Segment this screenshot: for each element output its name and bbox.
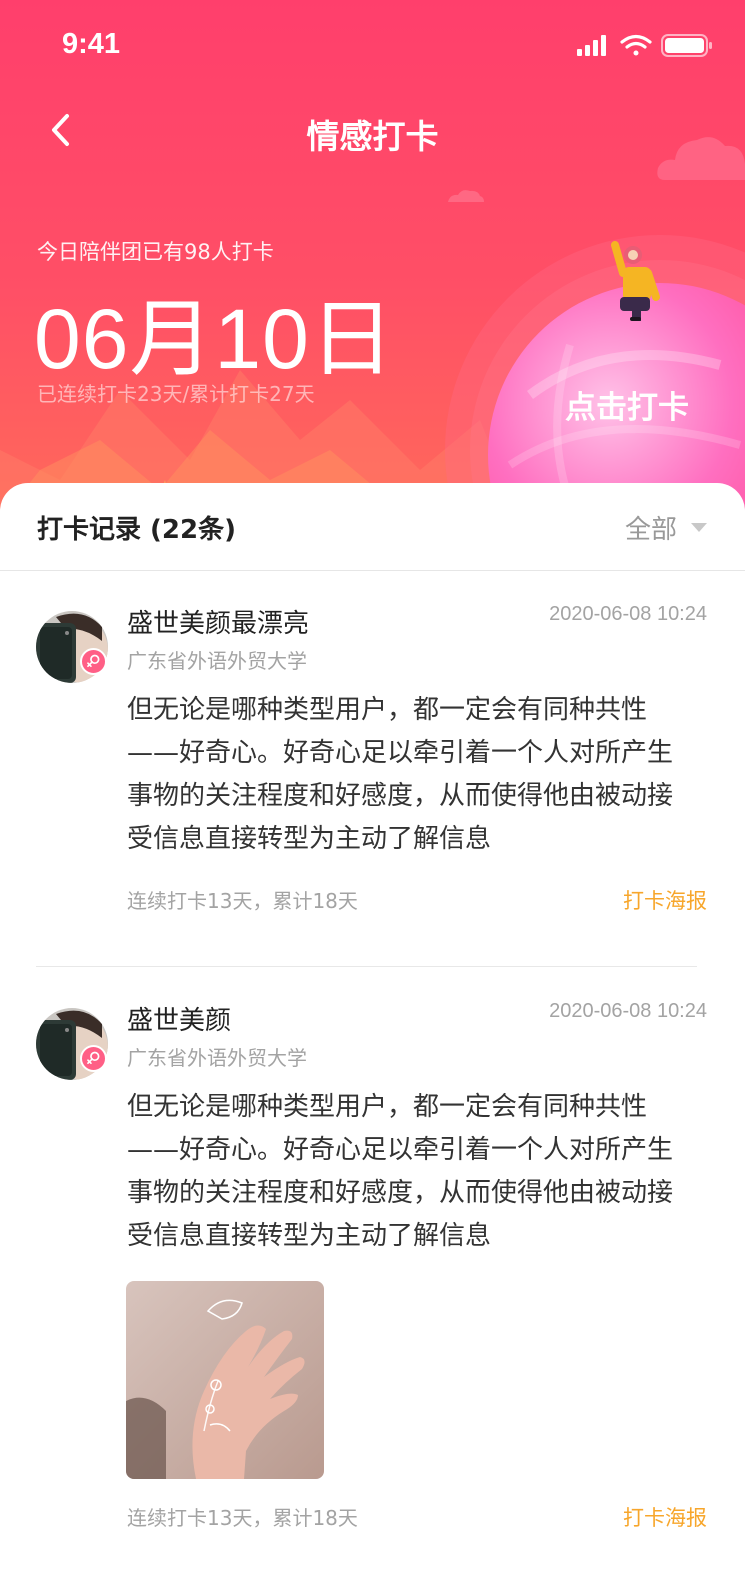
status-bar: 9:41 — [0, 0, 745, 90]
poster-link[interactable]: 打卡海报 — [623, 1502, 707, 1532]
entry-photo[interactable] — [126, 1281, 324, 1479]
records-panel: 打卡记录 (22条) 全部 盛世美颜最漂亮 广东省外语外贸大学 2020-06-… — [0, 483, 745, 1591]
checkin-button[interactable]: 点击打卡 — [565, 382, 705, 426]
battery-icon — [661, 34, 712, 57]
entry-stats: 连续打卡13天，累计18天 — [127, 889, 358, 913]
dropdown-caret-icon — [691, 522, 707, 532]
page-title: 情感打卡 — [306, 117, 439, 156]
female-icon — [80, 648, 107, 675]
cloud-decoration — [657, 137, 745, 180]
user-school: 广东省外语外贸大学 — [127, 1046, 307, 1070]
user-name[interactable]: 盛世美颜 — [127, 1000, 231, 1037]
entry-content: 但无论是哪种类型用户，都一定会有同种共性——好奇心。好奇心足以牵引着一个人对所产… — [127, 1092, 674, 1251]
entry-content: 但无论是哪种类型用户，都一定会有同种共性——好奇心。好奇心足以牵引着一个人对所产… — [127, 695, 674, 854]
records-title: 打卡记录 (22条) — [37, 515, 236, 545]
checkin-entry: 盛世美颜 广东省外语外贸大学 2020-06-08 10:24 但无论是哪种类型… — [0, 1000, 745, 1580]
cellular-signal-icon — [577, 35, 606, 56]
status-time: 9:41 — [62, 28, 121, 60]
female-icon — [80, 1045, 107, 1072]
cloud-decoration — [448, 190, 484, 202]
entry-stats: 连续打卡13天，累计18天 — [127, 1506, 358, 1530]
planet-illustration — [445, 235, 745, 520]
checkin-entry: 盛世美颜最漂亮 广东省外语外贸大学 2020-06-08 10:24 但无论是哪… — [0, 603, 745, 963]
wifi-icon — [620, 34, 652, 56]
header-hero: 9:41 情感打卡 今日陪伴团已有98人打卡 06月10日 已连续打卡23天/累… — [0, 0, 745, 520]
divider — [36, 966, 697, 967]
entry-timestamp: 2020-06-08 10:24 — [549, 1000, 707, 1022]
hand-photo — [126, 1281, 324, 1479]
user-school: 广东省外语外贸大学 — [127, 649, 307, 673]
status-icons — [577, 34, 712, 57]
current-date: 06月10日 — [34, 292, 395, 386]
records-header: 打卡记录 (22条) 全部 — [0, 483, 745, 571]
entry-timestamp: 2020-06-08 10:24 — [549, 603, 707, 625]
poster-link[interactable]: 打卡海报 — [623, 885, 707, 915]
filter-label: 全部 — [624, 514, 677, 545]
streak-summary: 已连续打卡23天/累计打卡27天 — [37, 382, 315, 406]
checkin-summary: 今日陪伴团已有98人打卡 — [37, 240, 274, 264]
user-name[interactable]: 盛世美颜最漂亮 — [127, 603, 309, 640]
filter-dropdown[interactable]: 全部 — [625, 509, 707, 545]
